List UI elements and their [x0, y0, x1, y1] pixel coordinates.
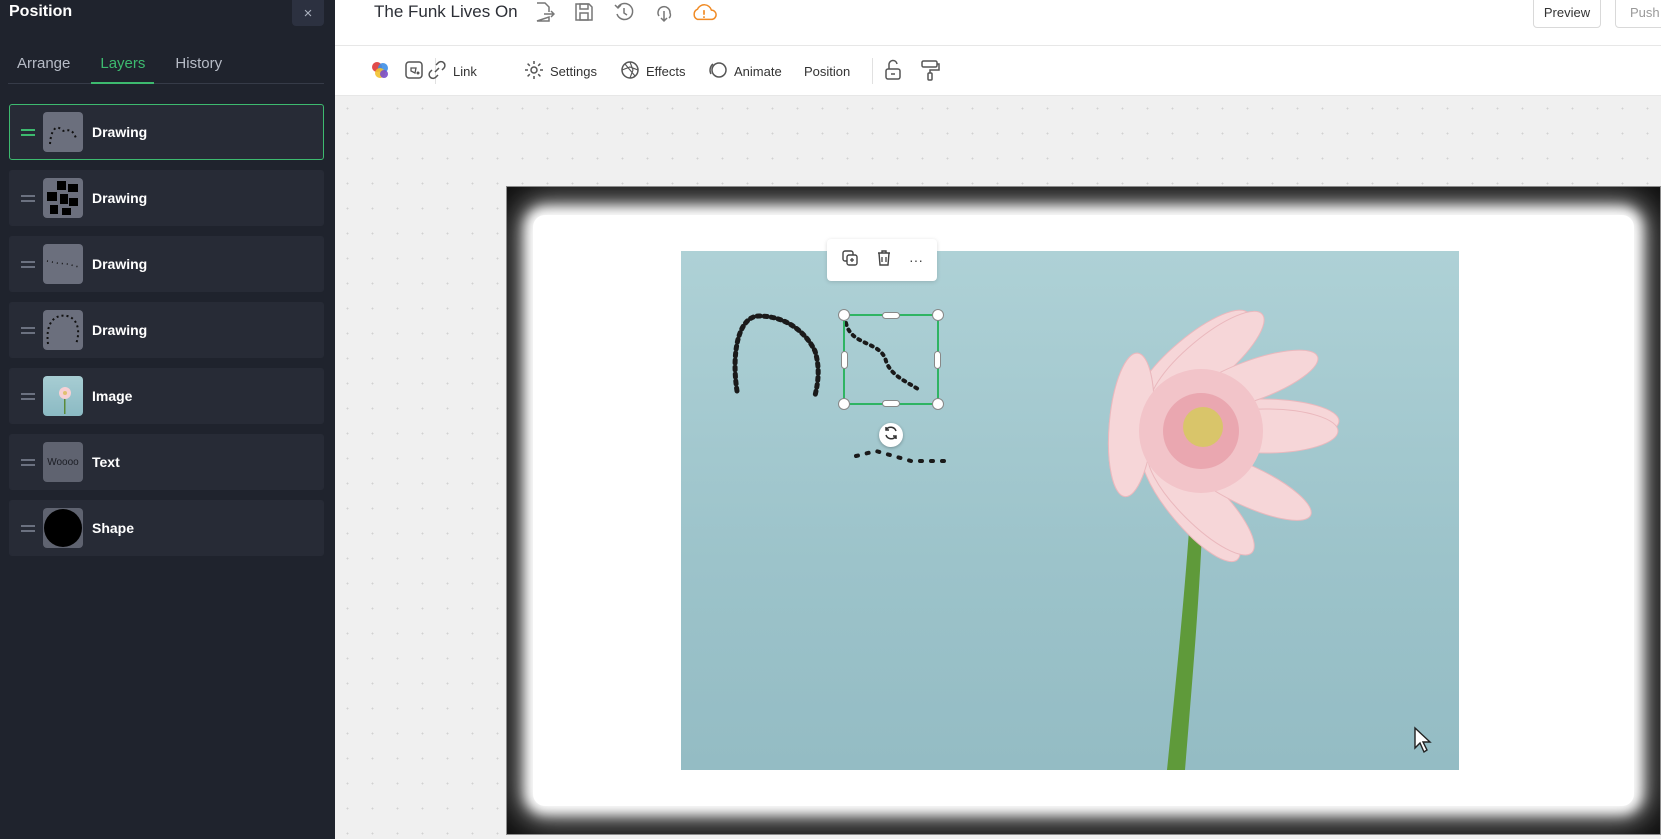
effects-label: Effects [646, 63, 686, 79]
resize-handle-bottom[interactable] [882, 400, 900, 407]
layer-item[interactable]: Drawing [9, 236, 324, 292]
selection-box[interactable] [838, 309, 944, 410]
rotate-icon [883, 425, 899, 446]
link-icon [427, 60, 447, 83]
panel-tabs: Arrange Layers History [8, 50, 324, 84]
selection-toolbar: ··· [827, 239, 937, 281]
layer-label: Drawing [92, 256, 148, 272]
layer-list: Drawing Drawing Drawing Drawing Image Wo… [9, 104, 324, 566]
drag-handle-icon[interactable] [21, 260, 35, 268]
drag-handle-icon[interactable] [21, 392, 35, 400]
settings-button[interactable]: Settings [524, 58, 597, 84]
layer-item[interactable]: Drawing [9, 170, 324, 226]
settings-label: Settings [550, 63, 597, 79]
paint-roller-icon [919, 59, 941, 84]
position-button[interactable]: Position [804, 58, 850, 84]
gear-icon [524, 60, 544, 83]
layer-item[interactable]: Image [9, 368, 324, 424]
drag-handle-icon[interactable] [21, 524, 35, 532]
layer-label: Shape [92, 520, 135, 536]
layer-thumbnail [43, 310, 83, 350]
unlock-icon [883, 59, 903, 84]
layer-label: Text [92, 454, 120, 470]
top-bar: The Funk Lives On Preview Push t [335, 0, 1661, 46]
resize-handle-bottom-right[interactable] [932, 398, 944, 410]
layer-item[interactable]: Drawing [9, 302, 324, 358]
animate-label: Animate [734, 63, 782, 79]
fill-icon [403, 59, 425, 84]
flower-image[interactable] [681, 251, 1459, 770]
layer-thumbnail [43, 244, 83, 284]
document-title[interactable]: The Funk Lives On [374, 2, 518, 22]
link-label: Link [453, 63, 477, 79]
tab-history[interactable]: History [166, 50, 231, 84]
layer-thumbnail [43, 376, 83, 416]
effects-button[interactable]: Effects [620, 58, 686, 84]
color-palette-button[interactable] [369, 58, 391, 84]
resize-handle-left[interactable] [841, 351, 848, 369]
trash-icon[interactable] [875, 249, 893, 272]
save-icon[interactable] [571, 0, 597, 24]
fill-button[interactable] [403, 58, 425, 84]
link-button[interactable]: Link [427, 58, 477, 84]
layer-thumbnail [43, 178, 83, 218]
element-toolbar: Link Settings Effects Animate Position [335, 46, 1661, 96]
more-icon[interactable]: ··· [909, 252, 923, 268]
panel-title: Position [9, 3, 73, 20]
resize-handle-right[interactable] [934, 351, 941, 369]
lock-button[interactable] [883, 58, 903, 84]
toolbar-divider [872, 58, 873, 84]
layer-label: Drawing [92, 322, 148, 338]
preview-button[interactable]: Preview [1533, 0, 1601, 28]
export-icon[interactable] [531, 0, 557, 24]
animate-icon [708, 60, 728, 83]
layer-item[interactable]: Woooo Text [9, 434, 324, 490]
animate-button[interactable]: Animate [708, 58, 782, 84]
close-panel-button[interactable]: × [292, 0, 324, 26]
drag-handle-icon[interactable] [21, 128, 35, 136]
layer-label: Image [92, 388, 133, 404]
cloud-warning-icon[interactable] [691, 0, 717, 24]
resize-handle-top-right[interactable] [932, 309, 944, 321]
resize-handle-top[interactable] [882, 312, 900, 319]
format-painter-button[interactable] [919, 58, 941, 84]
mouse-cursor-icon [1413, 726, 1435, 759]
layer-thumbnail: Woooo [43, 442, 83, 482]
flower-illustration [732, 309, 1340, 770]
color-palette-icon [369, 59, 391, 84]
resize-handle-top-left[interactable] [838, 309, 850, 321]
history-icon[interactable] [611, 0, 637, 24]
layers-panel: Position × Arrange Layers History Drawin… [0, 0, 335, 839]
duplicate-icon[interactable] [841, 249, 859, 272]
layer-item[interactable]: Drawing [9, 104, 324, 160]
download-icon[interactable] [651, 0, 677, 24]
drag-handle-icon[interactable] [21, 194, 35, 202]
layer-thumbnail [43, 508, 83, 548]
resize-handle-bottom-left[interactable] [838, 398, 850, 410]
layer-label: Drawing [92, 190, 148, 206]
rotate-handle[interactable] [879, 423, 903, 447]
tab-layers[interactable]: Layers [91, 50, 155, 84]
layer-item[interactable]: Shape [9, 500, 324, 556]
push-button[interactable]: Push t [1615, 0, 1661, 28]
top-icon-group [531, 0, 717, 24]
effects-icon [620, 60, 640, 83]
layer-label: Drawing [92, 124, 148, 140]
layer-thumbnail [43, 112, 83, 152]
tab-arrange[interactable]: Arrange [8, 50, 79, 84]
drag-handle-icon[interactable] [21, 458, 35, 466]
position-label: Position [804, 63, 851, 79]
drag-handle-icon[interactable] [21, 326, 35, 334]
